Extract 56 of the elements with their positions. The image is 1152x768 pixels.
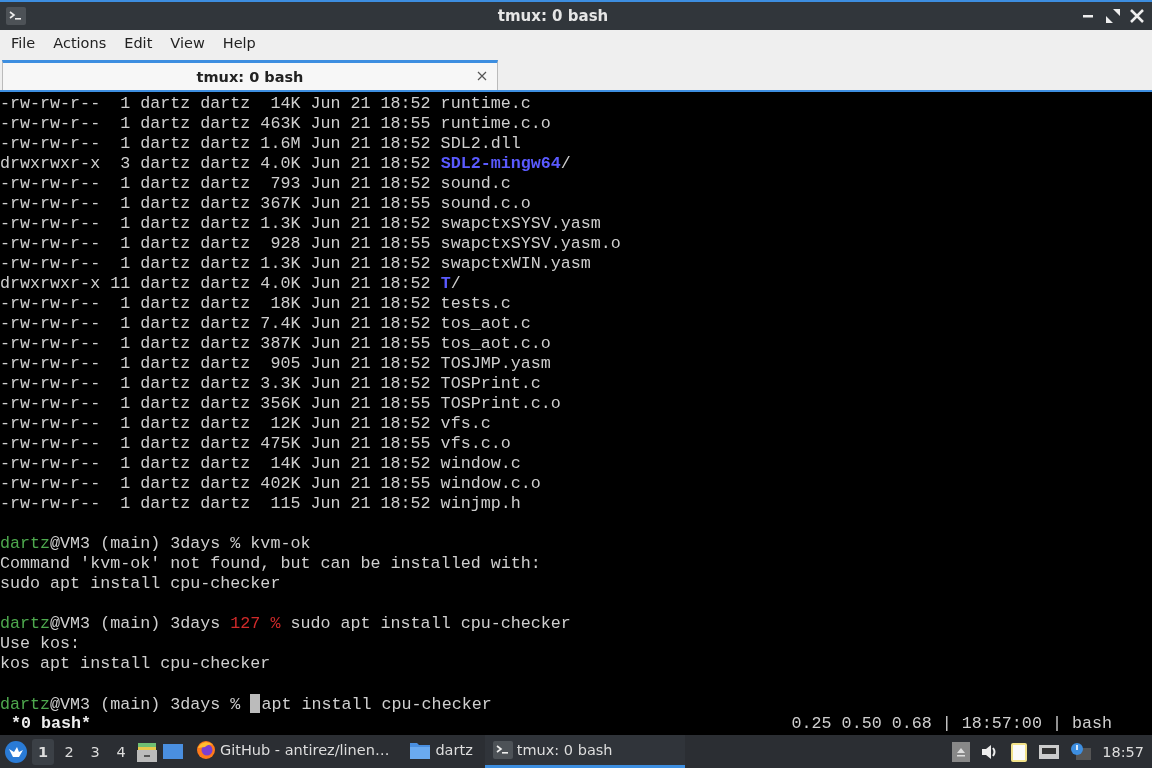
terminal-line: -rw-rw-r-- 1 dartz dartz 402K Jun 21 18:55 window.c.o bbox=[0, 474, 541, 494]
taskbar-task[interactable]: dartz bbox=[401, 735, 481, 768]
eject-icon[interactable] bbox=[952, 741, 971, 762]
terminal-line: drwxrwxr-x 11 dartz dartz 4.0K Jun 21 18:52 T/ bbox=[0, 274, 461, 294]
terminal-line: -rw-rw-r-- 1 dartz dartz 367K Jun 21 18:55 sound.c.o bbox=[0, 194, 531, 214]
terminal-line: dartz@VM3 (main) 3days % kvm-ok bbox=[0, 534, 311, 554]
terminal-line: -rw-rw-r-- 1 dartz dartz 463K Jun 21 18:55 runtime.c.o bbox=[0, 114, 551, 134]
terminal-line: -rw-rw-r-- 1 dartz dartz 7.4K Jun 21 18:52 tos_aot.c bbox=[0, 314, 531, 334]
menu-item[interactable]: Actions bbox=[44, 32, 116, 54]
menu-item[interactable]: Help bbox=[213, 32, 265, 54]
terminal-line: -rw-rw-r-- 1 dartz dartz 1.3K Jun 21 18:52 swapctxWIN.yasm bbox=[0, 254, 591, 274]
window-title: tmux: 0 bash bbox=[496, 7, 610, 25]
terminal-line: -rw-rw-r-- 1 dartz dartz 356K Jun 21 18:55 TOSPrint.c.o bbox=[0, 394, 561, 414]
tab[interactable]: tmux: 0 bash bbox=[2, 60, 498, 90]
terminal-line: dartz@VM3 (main) 3days % apt install cpu-checker bbox=[0, 694, 492, 714]
terminal-line: kos apt install cpu-checker bbox=[0, 654, 271, 674]
menu-item[interactable]: View bbox=[161, 32, 214, 54]
menu-item[interactable]: Edit bbox=[115, 32, 162, 54]
terminal-line: Command 'kvm-ok' not found, but can be installed with: bbox=[0, 554, 541, 574]
terminal-line: -rw-rw-r-- 1 dartz dartz 475K Jun 21 18:55 vfs.c.o bbox=[0, 434, 511, 454]
taskbar-task[interactable]: tmux: 0 bash bbox=[484, 735, 685, 768]
terminal-line: -rw-rw-r-- 1 dartz dartz 18K Jun 21 18:52 tests.c bbox=[0, 294, 511, 314]
workspace-button[interactable]: 2 bbox=[58, 738, 80, 765]
terminal-line: -rw-rw-r-- 1 dartz dartz 12K Jun 21 18:52 vfs.c bbox=[0, 414, 491, 434]
terminal-line: sudo apt install cpu-checker bbox=[0, 574, 281, 594]
terminal-line: -rw-rw-r-- 1 dartz dartz 1.3K Jun 21 18:52 swapctxSYSV.yasm bbox=[0, 214, 601, 234]
terminal-icon bbox=[6, 7, 26, 25]
tmux-status: 0.25 0.50 0.68 | 18:57:00 | bash bbox=[791, 714, 1113, 734]
terminal-line: -rw-rw-r-- 1 dartz dartz 1.6M Jun 21 18:52 SDL2.dll bbox=[0, 134, 521, 154]
tmux-window-label: *0 bash* bbox=[10, 714, 92, 734]
folder-icon bbox=[409, 740, 432, 760]
close-icon[interactable] bbox=[477, 71, 487, 81]
terminal-line: -rw-rw-r-- 1 dartz dartz 387K Jun 21 18:55 tos_aot.c.o bbox=[0, 334, 551, 354]
clipboard-icon[interactable] bbox=[1010, 740, 1029, 763]
notification-icon[interactable] bbox=[1070, 741, 1093, 762]
taskbar-task[interactable]: GitHub - antirez/linen… bbox=[188, 735, 398, 768]
terminal-line: -rw-rw-r-- 1 dartz dartz 793 Jun 21 18:52 sound.c bbox=[0, 174, 511, 194]
workspace-button[interactable]: 4 bbox=[110, 738, 132, 765]
terminal-line: dartz@VM3 (main) 3days 127 % sudo apt install cpu-checker bbox=[0, 614, 571, 634]
terminal-line: Use kos: bbox=[0, 634, 81, 654]
maximize-icon[interactable] bbox=[1104, 7, 1122, 25]
file-cabinet-icon[interactable] bbox=[136, 740, 158, 763]
terminal-line: drwxrwxr-x 3 dartz dartz 4.0K Jun 21 18:52 SDL2-mingw64/ bbox=[0, 154, 571, 174]
terminal-line: -rw-rw-r-- 1 dartz dartz 14K Jun 21 18:52 window.c bbox=[0, 454, 521, 474]
desktop-icon[interactable] bbox=[162, 741, 184, 762]
workspace-button[interactable]: 1 bbox=[32, 738, 54, 765]
terminal-line: -rw-rw-r-- 1 dartz dartz 14K Jun 21 18:52 runtime.c bbox=[0, 94, 531, 114]
menu-item[interactable]: File bbox=[2, 32, 45, 54]
terminal-line: -rw-rw-r-- 1 dartz dartz 905 Jun 21 18:52 TOSJMP.yasm bbox=[0, 354, 551, 374]
terminal-line: -rw-rw-r-- 1 dartz dartz 3.3K Jun 21 18:52 TOSPrint.c bbox=[0, 374, 541, 394]
workspace-button[interactable]: 3 bbox=[84, 738, 106, 765]
terminal-line: -rw-rw-r-- 1 dartz dartz 928 Jun 21 18:55 swapctxSYSV.yasm.o bbox=[0, 234, 621, 254]
clock[interactable]: 18:57 bbox=[1102, 743, 1144, 760]
terminal-icon bbox=[492, 741, 513, 759]
terminal-line: -rw-rw-r-- 1 dartz dartz 115 Jun 21 18:52 winjmp.h bbox=[0, 494, 521, 514]
browser-icon bbox=[196, 740, 216, 760]
